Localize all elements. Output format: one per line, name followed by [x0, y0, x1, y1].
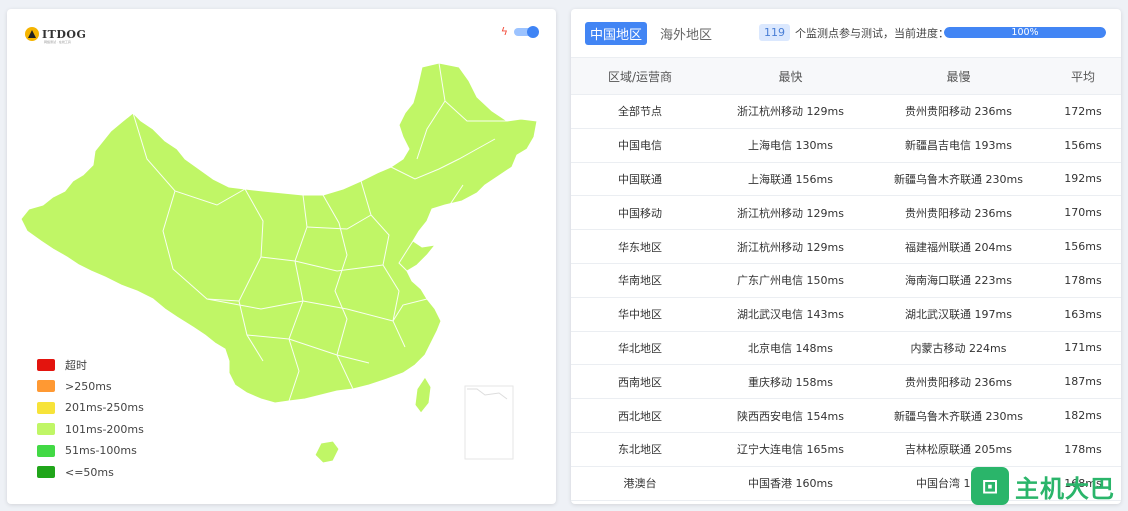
cell-slowest: 海南海口联通 223ms	[905, 274, 1012, 288]
cell-region: 港澳台	[623, 477, 657, 491]
table-row: 中国电信 上海电信 130ms 新疆昌吉电信 193ms 156ms	[571, 128, 1121, 163]
legend-item: 51ms-100ms	[37, 440, 144, 462]
cell-region: 华东地区	[618, 240, 662, 254]
cell-slowest: 福建福州联通 204ms	[905, 240, 1012, 254]
tab-domestic[interactable]: 中国地区	[585, 21, 648, 45]
legend-label: >250ms	[65, 379, 112, 393]
bus-icon: ⊡	[971, 467, 1009, 505]
table-row: 西南地区 重庆移动 158ms 贵州贵阳移动 236ms 187ms	[571, 365, 1121, 399]
cell-region: 西南地区	[618, 375, 662, 389]
tab-overseas[interactable]: 海外地区	[655, 22, 717, 45]
cell-slowest: 新疆乌鲁木齐联通 230ms	[894, 172, 1023, 186]
cell-region: 全部节点	[618, 105, 662, 119]
cell-region: 中国联通	[618, 172, 662, 186]
cell-average: 171ms	[1064, 341, 1102, 355]
legend-item: >250ms	[37, 376, 144, 398]
watermark-text: 主机大巴	[1015, 474, 1115, 503]
watermark: ⊡ 主机大巴	[971, 467, 1115, 505]
legend-swatch	[37, 358, 55, 371]
cell-fastest: 湖北武汉电信 143ms	[737, 308, 844, 322]
table-row: 中国移动 浙江杭州移动 129ms 贵州贵阳移动 236ms 170ms	[571, 196, 1121, 230]
cell-average: 156ms	[1064, 138, 1102, 152]
cell-region: 华南地区	[618, 274, 662, 288]
taiwan-island	[414, 376, 432, 414]
table-row: 西北地区 陕西西安电信 154ms 新疆乌鲁木齐联通 230ms 182ms	[571, 399, 1121, 433]
hainan-island	[314, 440, 340, 464]
table-header-row: 区域/运营商 最快 最慢 平均	[571, 57, 1121, 95]
cell-slowest: 贵州贵阳移动 236ms	[905, 105, 1012, 119]
cell-fastest: 浙江杭州移动 129ms	[737, 206, 844, 220]
cell-fastest: 陕西西安电信 154ms	[737, 409, 844, 423]
legend-swatch	[37, 423, 55, 436]
table-row: 华中地区 湖北武汉电信 143ms 湖北武汉联通 197ms 163ms	[571, 297, 1121, 332]
cell-fastest: 重庆移动 158ms	[748, 375, 833, 389]
cell-fastest: 辽宁大连电信 165ms	[737, 443, 844, 457]
cell-average: 178ms	[1064, 273, 1102, 287]
cell-average: 163ms	[1064, 307, 1102, 321]
cell-fastest: 中国香港 160ms	[748, 477, 833, 491]
legend-swatch	[37, 401, 55, 414]
results-panel: 中国地区 海外地区 119 个监测点参与测试，当前进度： 100% 区域/运营商…	[571, 9, 1121, 504]
map-panel: ITDOG 网络测试 · 在线工具 ϟ 超时 >250ms 201ms-250m…	[7, 9, 556, 504]
cell-slowest: 吉林松原联通 205ms	[905, 443, 1012, 457]
cell-average: 187ms	[1064, 375, 1102, 389]
legend-item: <=50ms	[37, 462, 144, 484]
table-row: 全部节点 浙江杭州移动 129ms 贵州贵阳移动 236ms 172ms	[571, 95, 1121, 129]
legend-swatch	[37, 444, 55, 457]
cell-slowest: 新疆昌吉电信 193ms	[905, 139, 1012, 153]
legend-item: 101ms-200ms	[37, 419, 144, 441]
cell-slowest: 贵州贵阳移动 236ms	[905, 375, 1012, 389]
cell-average: 156ms	[1064, 240, 1102, 254]
progress-info: 119 个监测点参与测试，当前进度：	[759, 24, 949, 41]
cell-fastest: 广东广州电信 150ms	[737, 274, 844, 288]
node-count-badge: 119	[759, 24, 790, 41]
legend-label: 超时	[65, 358, 87, 372]
cell-fastest: 浙江杭州移动 129ms	[737, 240, 844, 254]
legend-item: 超时	[37, 354, 144, 376]
cell-fastest: 上海联通 156ms	[748, 172, 833, 186]
latency-legend: 超时 >250ms 201ms-250ms 101ms-200ms 51ms-1…	[37, 354, 144, 483]
legend-label: 101ms-200ms	[65, 422, 144, 436]
legend-label: 201ms-250ms	[65, 401, 144, 415]
cell-slowest: 内蒙古移动 224ms	[910, 341, 1007, 355]
progress-bar: 100%	[944, 27, 1106, 38]
header-region: 区域/运营商	[607, 69, 673, 84]
cell-average: 192ms	[1064, 172, 1102, 186]
cell-average: 172ms	[1064, 104, 1102, 118]
results-table: 区域/运营商 最快 最慢 平均 全部节点 浙江杭州移动 129ms 贵州贵阳移动 2…	[571, 57, 1121, 501]
table-row: 东北地区 辽宁大连电信 165ms 吉林松原联通 205ms 178ms	[571, 432, 1121, 467]
cell-region: 华中地区	[618, 308, 662, 322]
legend-swatch	[37, 466, 55, 479]
header-average: 平均	[1070, 69, 1095, 84]
cell-fastest: 上海电信 130ms	[748, 139, 833, 153]
cell-average: 170ms	[1064, 206, 1102, 220]
cell-region: 中国电信	[618, 139, 662, 153]
cell-slowest: 新疆乌鲁木齐联通 230ms	[894, 409, 1023, 423]
south-china-sea-inset	[464, 385, 514, 460]
cell-slowest: 湖北武汉联通 197ms	[905, 308, 1012, 322]
cell-region: 华北地区	[618, 341, 662, 355]
cell-average: 182ms	[1064, 409, 1102, 423]
legend-label: 51ms-100ms	[65, 444, 137, 458]
cell-fastest: 北京电信 148ms	[748, 341, 833, 355]
table-row: 中国联通 上海联通 156ms 新疆乌鲁木齐联通 230ms 192ms	[571, 162, 1121, 196]
cell-region: 中国移动	[618, 206, 662, 220]
results-header: 中国地区 海外地区 119 个监测点参与测试，当前进度： 100%	[571, 9, 1121, 57]
cell-region: 东北地区	[618, 443, 662, 457]
header-slowest: 最慢	[946, 69, 971, 84]
legend-item: 201ms-250ms	[37, 397, 144, 419]
table-row: 华南地区 广东广州电信 150ms 海南海口联通 223ms 178ms	[571, 263, 1121, 298]
cell-average: 178ms	[1064, 442, 1102, 456]
legend-swatch	[37, 380, 55, 393]
progress-fill: 100%	[944, 27, 1106, 38]
table-row: 华北地区 北京电信 148ms 内蒙古移动 224ms 171ms	[571, 331, 1121, 365]
cell-region: 西北地区	[618, 409, 662, 423]
header-fastest: 最快	[778, 69, 803, 84]
progress-text: 个监测点参与测试，当前进度：	[795, 26, 949, 40]
cell-slowest: 贵州贵阳移动 236ms	[905, 206, 1012, 220]
cell-fastest: 浙江杭州移动 129ms	[737, 105, 844, 119]
table-row: 华东地区 浙江杭州移动 129ms 福建福州联通 204ms 156ms	[571, 230, 1121, 264]
legend-label: <=50ms	[65, 465, 114, 479]
